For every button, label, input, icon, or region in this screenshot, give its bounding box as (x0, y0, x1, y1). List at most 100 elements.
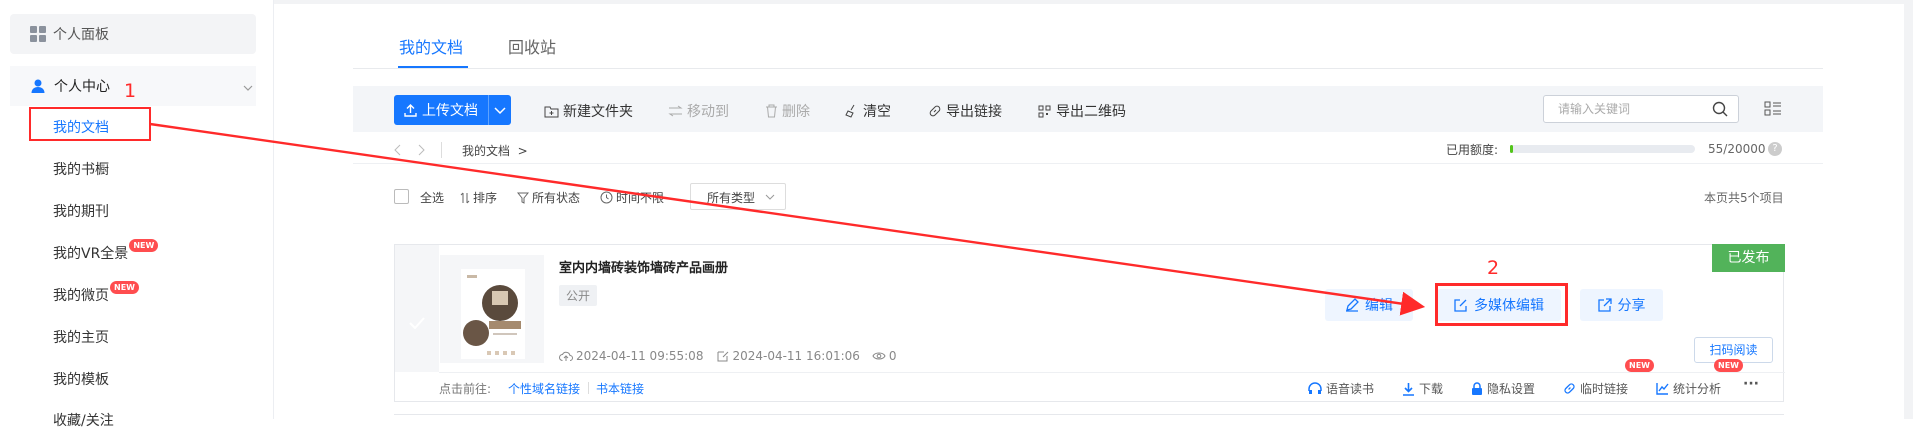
sidebar-item-label: 我的VR全景 (53, 246, 129, 262)
temp-link-label: 临时链接 (1580, 382, 1629, 396)
share-icon (1597, 298, 1612, 312)
sidebar-item-homepage[interactable]: 我的主页 (53, 327, 109, 347)
brochure-cover-image (461, 269, 525, 359)
upload-label: 上传文档 (422, 103, 478, 119)
statistics-label: 统计分析 (1673, 382, 1722, 396)
voice-label: 语音读书 (1326, 382, 1375, 396)
select-all-checkbox[interactable] (394, 189, 409, 204)
eye-icon (872, 352, 886, 360)
sidebar-item-favorites[interactable]: 收藏/关注 (53, 410, 114, 430)
pen-icon (1346, 298, 1359, 312)
breadcrumb[interactable]: 我的文档 > (462, 142, 528, 159)
cloud-upload-icon (559, 351, 573, 361)
help-icon[interactable]: ? (1768, 142, 1782, 156)
share-label: 分享 (1617, 298, 1646, 314)
quota-label: 已用额度: (1446, 143, 1499, 157)
custom-domain-link[interactable]: 个性域名链接 (508, 380, 580, 397)
user-icon (31, 79, 45, 93)
share-button[interactable]: 分享 (1580, 289, 1663, 321)
delete-button[interactable]: 删除 (765, 101, 810, 121)
view-count: 0 (888, 349, 897, 363)
sidebar-item-journals[interactable]: 我的期刊 (53, 201, 109, 221)
trash-icon (766, 104, 777, 118)
status-filter[interactable]: 所有状态 (517, 189, 580, 206)
voice-reading-button[interactable]: 语音读书 (1308, 380, 1374, 397)
sidebar-item-micro-page[interactable]: 我的微页NEW (53, 281, 139, 305)
headphones-icon (1308, 382, 1322, 394)
temp-link-button[interactable]: 临时链接 (1563, 380, 1628, 397)
sidebar-item-bookshelf[interactable]: 我的书橱 (53, 159, 109, 179)
forward-arrow-icon[interactable] (416, 144, 426, 156)
published-badge: 已发布 (1712, 244, 1785, 272)
personal-panel-button[interactable]: 个人面板 (10, 14, 256, 54)
upload-button[interactable]: 上传文档 (394, 95, 511, 125)
scrollbar[interactable] (1904, 0, 1913, 419)
search-input[interactable]: 请输入关键词 (1543, 95, 1739, 123)
edit-time-icon (717, 351, 729, 362)
lock-icon (1472, 381, 1482, 395)
toolbar: 上传文档 新建文件夹 移动到 删除 清空 导出链接 导出二维码 请输入关键词 (353, 86, 1823, 132)
time-filter[interactable]: 时间不限 (600, 189, 664, 206)
move-arrows-icon (668, 105, 683, 117)
privacy-settings-button[interactable]: 隐私设置 (1471, 380, 1535, 397)
clock-icon (600, 191, 613, 204)
type-select[interactable]: 所有类型 (690, 183, 786, 210)
sort-icon (460, 192, 470, 203)
clear-button[interactable]: 清空 (845, 101, 891, 121)
annotation-step-1: 1 (124, 80, 137, 102)
sidebar: 个人面板 个人中心 我的文档 我的书橱 我的期刊 我的VR全景NEW 我的微页N… (0, 0, 274, 429)
sort-button[interactable]: 排序 (460, 189, 497, 206)
tab-recycle-bin[interactable]: 回收站 (508, 34, 556, 58)
new-badge: NEW (110, 281, 139, 294)
card-select-area[interactable] (395, 245, 439, 372)
back-arrow-icon[interactable] (393, 144, 403, 156)
sort-label: 排序 (473, 191, 498, 205)
status-filter-label: 所有状态 (532, 191, 581, 205)
sidebar-item-label: 我的微页 (53, 288, 109, 304)
quota-fill (1510, 145, 1513, 153)
list-view-icon[interactable] (1764, 101, 1782, 117)
export-link-button[interactable]: 导出链接 (928, 101, 1002, 121)
search-placeholder: 请输入关键词 (1558, 102, 1631, 116)
upload-icon (404, 103, 417, 117)
download-button[interactable]: 下载 (1402, 380, 1443, 397)
grid-icon (30, 26, 46, 42)
sidebar-item-label: 我的模板 (53, 372, 109, 388)
tab-my-docs[interactable]: 我的文档 (399, 34, 463, 58)
move-to-label: 移动到 (687, 104, 729, 120)
download-label: 下载 (1419, 382, 1444, 396)
sidebar-item-label: 收藏/关注 (53, 413, 114, 429)
document-title[interactable]: 室内内墙砖装饰墙砖产品画册 (559, 257, 728, 276)
sidebar-item-templates[interactable]: 我的模板 (53, 369, 109, 389)
search-icon[interactable] (1712, 101, 1728, 117)
document-meta: 2024-04-11 09:55:08 2024-04-11 16:01:06 … (559, 349, 897, 363)
edit-button[interactable]: 编辑 (1325, 289, 1413, 321)
document-thumbnail[interactable] (440, 255, 544, 363)
statistics-button[interactable]: 统计分析 (1656, 380, 1721, 397)
personal-center-label: 个人中心 (54, 79, 110, 95)
broom-icon (845, 104, 855, 118)
goto-label: 点击前往: (439, 382, 492, 396)
chevron-down-icon[interactable] (489, 95, 511, 125)
item-count: 本页共5个项目 (1704, 191, 1784, 205)
modified-time: 2024-04-11 16:01:06 (732, 349, 860, 363)
annotation-step-2: 2 (1487, 257, 1500, 279)
new-folder-button[interactable]: 新建文件夹 (544, 101, 633, 121)
visibility-tag: 公开 (559, 285, 598, 306)
quota-bar (1510, 145, 1695, 153)
more-icon[interactable]: ··· (1743, 376, 1759, 392)
export-qr-button[interactable]: 导出二维码 (1038, 101, 1126, 121)
move-to-button[interactable]: 移动到 (668, 101, 729, 121)
privacy-label: 隐私设置 (1487, 382, 1536, 396)
sidebar-item-label: 我的主页 (53, 330, 109, 346)
chevron-down-icon (765, 194, 775, 200)
top-strip (0, 0, 1913, 4)
quota-value: 55/20000 (1708, 142, 1766, 156)
new-badge: NEW (129, 239, 159, 252)
annotation-box-multimedia-edit (1435, 283, 1568, 326)
sidebar-item-vr[interactable]: 我的VR全景NEW (53, 239, 159, 263)
new-badge: NEW (1625, 359, 1654, 372)
chart-icon (1656, 383, 1669, 395)
link-icon (929, 105, 941, 117)
book-link[interactable]: 书本链接 (596, 380, 644, 397)
